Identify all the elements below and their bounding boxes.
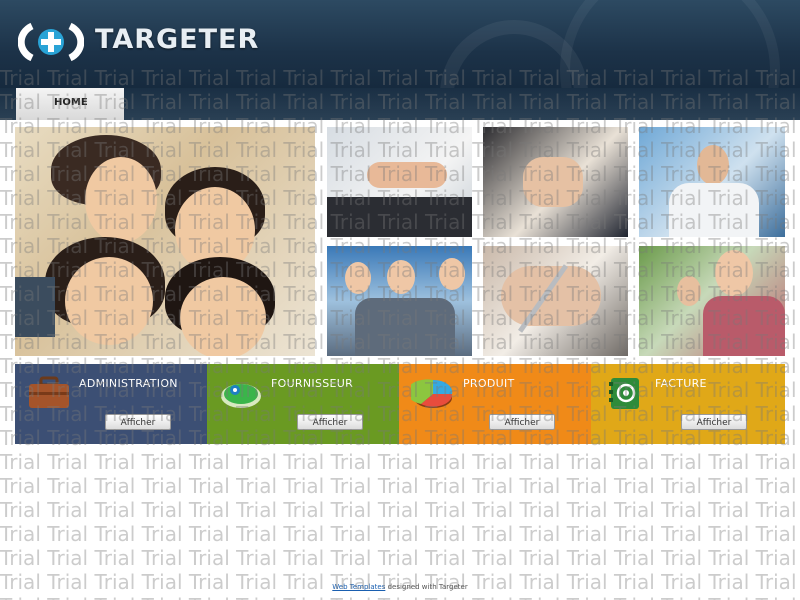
face-shape bbox=[677, 276, 701, 306]
handshake-photo bbox=[327, 127, 472, 237]
watermark-row: Trial Trial Trial Trial Trial Trial Tria… bbox=[0, 546, 800, 570]
nav-item-home[interactable]: HOME bbox=[16, 88, 124, 120]
panel-title: FOURNISSEUR bbox=[271, 377, 354, 390]
face-shape bbox=[715, 250, 753, 296]
footer-text: designed with Targeter bbox=[387, 583, 468, 591]
face-shape bbox=[345, 262, 371, 294]
briefcase-icon bbox=[27, 376, 71, 410]
header-circle-decoration bbox=[560, 0, 780, 88]
pie-chart-icon bbox=[407, 376, 455, 410]
panel-produit: PRODUIT Afficher bbox=[399, 364, 591, 444]
shirt-shape bbox=[669, 183, 759, 237]
businessman-hands-photo bbox=[483, 127, 628, 237]
header: TARGETER bbox=[0, 0, 800, 88]
suit-shape bbox=[355, 298, 455, 356]
panel-title: ADMINISTRATION bbox=[79, 377, 178, 390]
watermark-row: Trial Trial Trial Trial Trial Trial Tria… bbox=[0, 450, 800, 474]
watermark-row: Trial Trial Trial Trial Trial Trial Tria… bbox=[0, 498, 800, 522]
nav-item-label: HOME bbox=[54, 97, 88, 108]
afficher-button[interactable]: Afficher bbox=[489, 414, 555, 430]
face-shape bbox=[85, 157, 157, 243]
sleeve-shape bbox=[327, 197, 472, 237]
watermark-row: Trial Trial Trial Trial Trial Trial Tria… bbox=[0, 594, 800, 600]
business-team-photo bbox=[327, 246, 472, 356]
watermark-row: Trial Trial Trial Trial Trial Trial Tria… bbox=[0, 474, 800, 498]
panel-facture: FACTURE Afficher bbox=[591, 364, 785, 444]
face-shape bbox=[387, 260, 415, 294]
face-shape bbox=[65, 257, 153, 345]
footer-link[interactable]: Web Templates bbox=[332, 583, 385, 591]
logo[interactable] bbox=[17, 20, 85, 68]
face-shape bbox=[439, 258, 465, 290]
face-shape bbox=[697, 145, 729, 185]
panel-fournisseur: FOURNISSEUR Afficher bbox=[207, 364, 399, 444]
hand-shape bbox=[501, 266, 601, 326]
panel-title: PRODUIT bbox=[463, 377, 515, 390]
address-book-icon bbox=[603, 376, 647, 410]
face-shape bbox=[180, 277, 266, 356]
globe-disc-icon bbox=[219, 376, 263, 410]
tie-shape bbox=[15, 277, 55, 337]
panel-title: FACTURE bbox=[655, 377, 707, 390]
afficher-button[interactable]: Afficher bbox=[681, 414, 747, 430]
afficher-button[interactable]: Afficher bbox=[297, 414, 363, 430]
target-logo-icon bbox=[17, 22, 85, 62]
signing-pen-photo bbox=[483, 246, 628, 356]
afficher-button[interactable]: Afficher bbox=[105, 414, 171, 430]
smiling-team-photo bbox=[639, 246, 785, 356]
site-title: TARGETER bbox=[95, 24, 260, 55]
hand-shape bbox=[523, 157, 583, 207]
shirt-shape bbox=[703, 296, 785, 356]
watermark-row: Trial Trial Trial Trial Trial Trial Tria… bbox=[0, 522, 800, 546]
team-photo bbox=[15, 127, 315, 356]
hand-shape bbox=[367, 162, 447, 188]
businessman-portrait-photo bbox=[639, 127, 785, 237]
panel-administration: ADMINISTRATION Afficher bbox=[15, 364, 207, 444]
footer: Web Templates designed with Targeter bbox=[0, 583, 800, 591]
